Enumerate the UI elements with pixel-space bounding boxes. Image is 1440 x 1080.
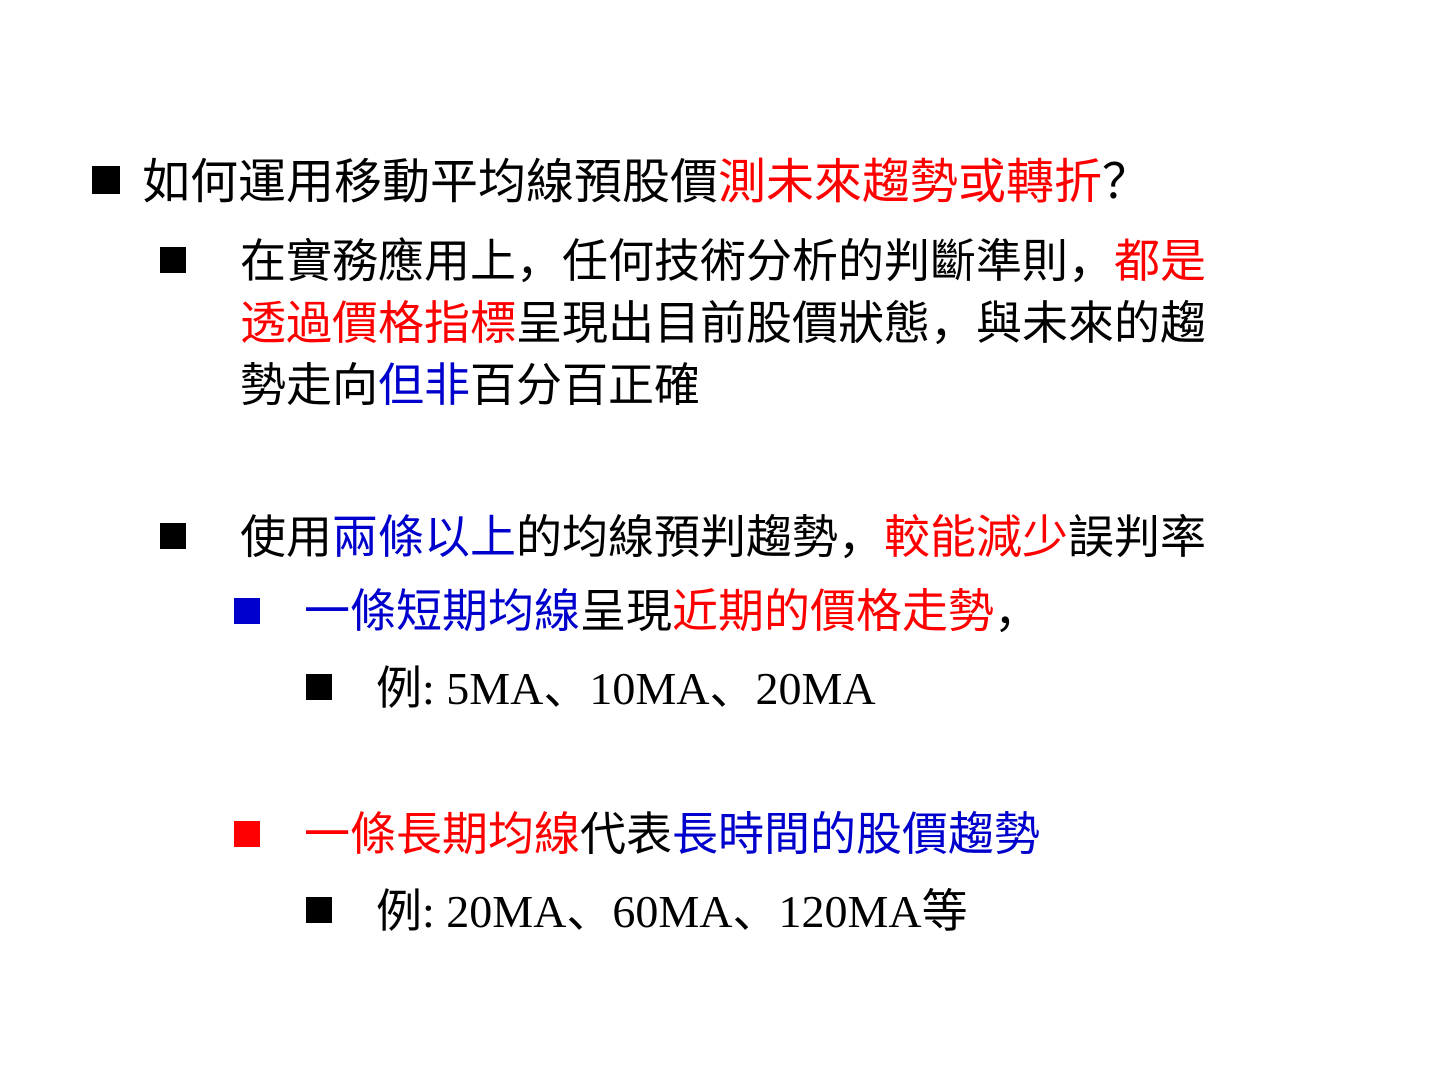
short-ma-red: 近期的價格走勢	[672, 584, 994, 638]
point-2-blue: 兩條以上	[332, 510, 516, 564]
long-example-text: 例: 20MA、60MA、120MA等	[376, 881, 968, 942]
square-bullet-icon	[92, 166, 120, 194]
heading-text: 如何運用移動平均線預股價測未來趨勢或轉折？	[142, 150, 1150, 214]
heading-part3: ？	[1102, 154, 1151, 210]
red-square-bullet-icon	[234, 821, 260, 847]
short-example-prefix: 例	[376, 661, 422, 715]
short-ma-text: 一條短期均線呈現近期的價格走勢，	[304, 580, 1040, 642]
square-bullet-icon	[160, 247, 186, 273]
long-ma-red: 一條長期均線	[304, 807, 580, 861]
long-example-values: : 20MA、60MA、120MA	[422, 886, 922, 937]
point-2-black3: 誤判率	[1068, 510, 1206, 564]
point-1-line2-red: 透過價格指標	[240, 296, 516, 350]
square-bullet-icon	[160, 523, 186, 549]
point-1-line1-red: 都是	[1114, 234, 1206, 288]
short-ma-black1: 呈現	[580, 584, 672, 638]
long-ma-text: 一條長期均線代表長時間的股價趨勢	[304, 803, 1040, 865]
square-bullet-icon	[306, 897, 332, 923]
short-ma-black2: ，	[994, 584, 1040, 638]
heading-part1: 如何運用移動平均線預股價	[142, 154, 719, 210]
heading-part2: 測未來趨勢或轉折	[718, 154, 1103, 210]
slide: 如何運用移動平均線預股價測未來趨勢或轉折？ 在實務應用上，任何技術分析的判斷準則…	[0, 0, 1440, 1080]
point-1-line3-blue: 但非	[378, 358, 470, 412]
long-ma-blue: 長時間的股價趨勢	[672, 807, 1040, 861]
long-ma-black: 代表	[580, 807, 672, 861]
short-example-text: 例: 5MA、10MA、20MA	[376, 658, 876, 719]
point-1-line3-black2: 百分百正確	[470, 358, 700, 412]
point-1-line2-black: 呈現出目前股價狀態，與未來的趨	[516, 296, 1206, 350]
point-1-text: 在實務應用上，任何技術分析的判斷準則，都是 透過價格指標呈現出目前股價狀態，與未…	[240, 230, 1206, 416]
short-ma-blue: 一條短期均線	[304, 584, 580, 638]
blue-square-bullet-icon	[234, 598, 260, 624]
long-example-prefix: 例	[376, 884, 422, 938]
short-example-values: : 5MA、10MA、20MA	[422, 663, 876, 714]
point-2-black1: 使用	[240, 510, 332, 564]
point-2-red: 較能減少	[884, 510, 1068, 564]
point-2-text: 使用兩條以上的均線預判趨勢，較能減少誤判率	[240, 506, 1206, 568]
point-2-black2: 的均線預判趨勢，	[516, 510, 884, 564]
point-1-line3-black1: 勢走向	[240, 358, 378, 412]
long-example-suffix: 等	[921, 884, 968, 938]
square-bullet-icon	[306, 674, 332, 700]
point-1-line1-black: 在實務應用上，任何技術分析的判斷準則，	[240, 234, 1114, 288]
